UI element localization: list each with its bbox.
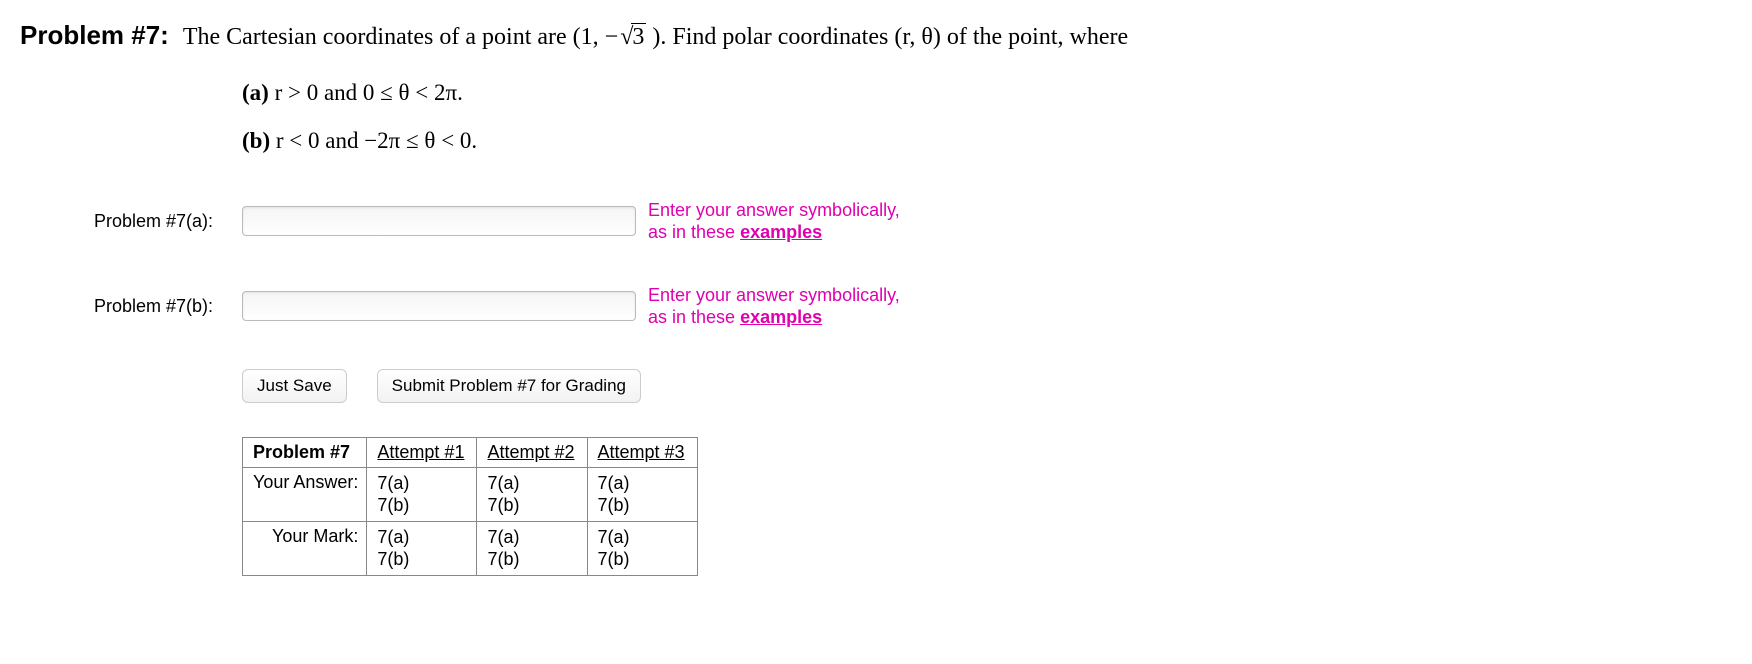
hint-line2-pre: as in these: [648, 222, 740, 242]
button-row: Just Save Submit Problem #7 for Grading: [242, 369, 1732, 403]
hint-line1-b: Enter your answer symbolically,: [648, 285, 900, 305]
cell-sub-ma3: 7(a): [598, 527, 630, 547]
answer-cell-3: 7(a)7(b): [587, 467, 697, 521]
problem-statement: The Cartesian coordinates of a point are…: [183, 21, 1128, 53]
problem-parts: (a) r > 0 and 0 ≤ θ < 2π. (b) r < 0 and …: [242, 71, 1732, 162]
answer-row-b: Problem #7(b): Enter your answer symboli…: [20, 284, 1732, 329]
sqrt-icon: √3: [618, 21, 646, 53]
attempts-table: Problem #7 Attempt #1 Attempt #2 Attempt…: [242, 437, 698, 576]
cell-sub-b2: 7(b): [487, 495, 519, 515]
cell-sub-mb2: 7(b): [487, 549, 519, 569]
attempt-3-header[interactable]: Attempt #3: [587, 437, 697, 467]
table-header-row: Problem #7 Attempt #1 Attempt #2 Attempt…: [243, 437, 698, 467]
mark-cell-2: 7(a)7(b): [477, 521, 587, 575]
problem-header: Problem #7: The Cartesian coordinates of…: [20, 20, 1732, 53]
statement-post: ). Find polar coordinates (r, θ) of the …: [646, 24, 1128, 50]
sqrt-radicand: 3: [631, 23, 646, 50]
answer-block: Problem #7(a): Enter your answer symboli…: [20, 199, 1732, 329]
table-corner: Problem #7: [243, 437, 367, 467]
answer-b-hint: Enter your answer symbolically, as in th…: [648, 284, 900, 329]
just-save-button[interactable]: Just Save: [242, 369, 347, 403]
hint-line2-pre-b: as in these: [648, 307, 740, 327]
answer-a-hint: Enter your answer symbolically, as in th…: [648, 199, 900, 244]
table-mark-row: Your Mark: 7(a)7(b) 7(a)7(b) 7(a)7(b): [243, 521, 698, 575]
your-answer-label: Your Answer:: [243, 467, 367, 521]
part-a-label: (a): [242, 80, 269, 105]
cell-sub-b: 7(b): [377, 495, 409, 515]
part-b-text: r < 0 and −2π ≤ θ < 0.: [276, 128, 477, 153]
answer-cell-1: 7(a)7(b): [367, 467, 477, 521]
attempt-2-header[interactable]: Attempt #2: [477, 437, 587, 467]
answer-a-label: Problem #7(a):: [20, 211, 242, 232]
mark-cell-3: 7(a)7(b): [587, 521, 697, 575]
mark-cell-1: 7(a)7(b): [367, 521, 477, 575]
part-b: (b) r < 0 and −2π ≤ θ < 0.: [242, 119, 1732, 163]
cell-sub-ma1: 7(a): [377, 527, 409, 547]
cell-sub-a: 7(a): [377, 473, 409, 493]
part-a: (a) r > 0 and 0 ≤ θ < 2π.: [242, 71, 1732, 115]
answer-cell-2: 7(a)7(b): [477, 467, 587, 521]
answer-row-a: Problem #7(a): Enter your answer symboli…: [20, 199, 1732, 244]
cell-sub-a2: 7(a): [487, 473, 519, 493]
answer-a-input[interactable]: [242, 206, 636, 236]
cell-sub-a3: 7(a): [598, 473, 630, 493]
problem-number: Problem #7:: [20, 20, 169, 51]
table-answer-row: Your Answer: 7(a)7(b) 7(a)7(b) 7(a)7(b): [243, 467, 698, 521]
part-a-text: r > 0 and 0 ≤ θ < 2π.: [275, 80, 463, 105]
part-b-label: (b): [242, 128, 270, 153]
examples-link[interactable]: examples: [740, 222, 822, 242]
answer-b-input[interactable]: [242, 291, 636, 321]
attempt-1-header[interactable]: Attempt #1: [367, 437, 477, 467]
cell-sub-b3: 7(b): [598, 495, 630, 515]
submit-button[interactable]: Submit Problem #7 for Grading: [377, 369, 641, 403]
statement-pre: The Cartesian coordinates of a point are…: [183, 24, 618, 50]
hint-line1: Enter your answer symbolically,: [648, 200, 900, 220]
cell-sub-ma2: 7(a): [487, 527, 519, 547]
cell-sub-mb3: 7(b): [598, 549, 630, 569]
cell-sub-mb1: 7(b): [377, 549, 409, 569]
answer-b-label: Problem #7(b):: [20, 296, 242, 317]
your-mark-label: Your Mark:: [243, 521, 367, 575]
examples-link-b[interactable]: examples: [740, 307, 822, 327]
